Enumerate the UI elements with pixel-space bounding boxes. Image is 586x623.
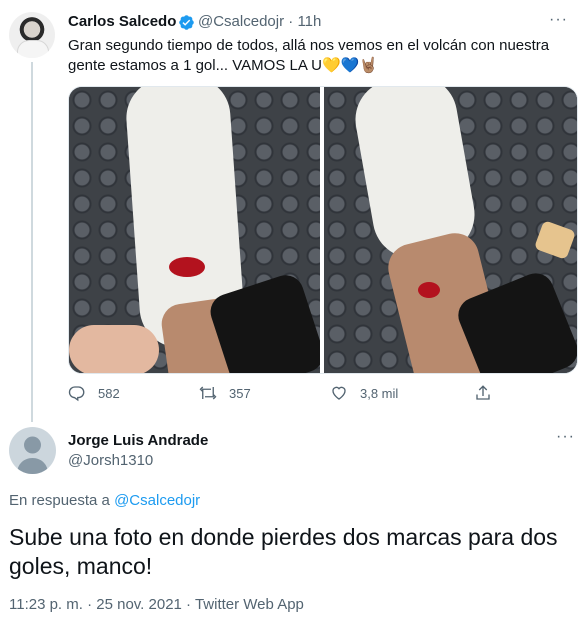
retweet-button[interactable]: 357	[199, 384, 251, 402]
default-avatar-icon	[17, 436, 48, 474]
reply-author-name[interactable]: Jorge Luis Andrade	[68, 432, 208, 449]
retweet-count: 357	[229, 385, 251, 401]
like-count: 3,8 mil	[360, 385, 399, 401]
share-icon	[476, 385, 490, 400]
replying-to-line: En respuesta a @Csalcedojr	[9, 492, 200, 509]
author-handle[interactable]: @Csalcedojr	[198, 13, 284, 30]
thread-connector-line	[31, 62, 33, 422]
retweet-icon	[199, 386, 217, 400]
author-handle-line: @Csalcedojr · 11h	[198, 13, 321, 30]
more-options-icon[interactable]: ···	[549, 11, 568, 29]
tweet-photo-2[interactable]	[324, 87, 577, 373]
heart-icon	[332, 386, 346, 400]
like-button[interactable]: 3,8 mil	[330, 384, 398, 402]
reply-icon	[68, 386, 85, 402]
reply-author-handle[interactable]: @Jorsh1310	[68, 452, 153, 469]
tweet-actions: 582 357 3,8 mil	[68, 384, 576, 404]
tweet-time[interactable]: 11h	[297, 13, 321, 30]
reply-button[interactable]: 582	[68, 384, 120, 402]
share-button[interactable]	[474, 384, 504, 402]
tweet-photo-1[interactable]	[69, 87, 320, 373]
reply-text: Sube una foto en donde pierdes dos marca…	[9, 524, 558, 579]
replying-to-link[interactable]: @Csalcedojr	[114, 492, 200, 509]
reply-author-avatar[interactable]	[9, 427, 56, 474]
verified-badge-icon	[179, 15, 194, 30]
separator-dot: ·	[288, 13, 294, 30]
tweet-text: Gran segundo tiempo de todos, allá nos v…	[68, 37, 550, 74]
reply-more-options-icon[interactable]: ···	[556, 428, 575, 446]
reply-count: 582	[98, 385, 120, 401]
replying-to-prefix: En respuesta a	[9, 492, 110, 509]
tweet-timestamp-source[interactable]: 11:23 p. m. · 25 nov. 2021 · Twitter Web…	[9, 596, 304, 613]
media-grid	[68, 86, 578, 374]
author-name[interactable]: Carlos Salcedo	[68, 13, 176, 30]
author-avatar[interactable]	[9, 12, 55, 58]
